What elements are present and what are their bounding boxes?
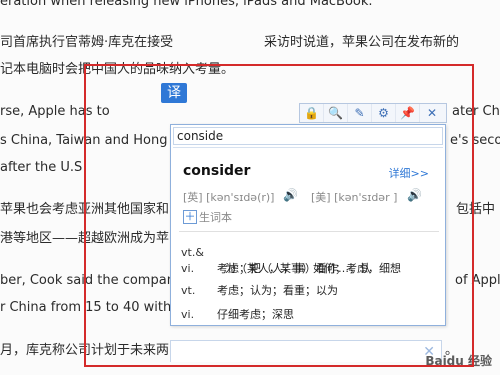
definition-pos: vt. — [181, 284, 196, 297]
article-line: ber, Cook said the company — [0, 273, 183, 288]
popup-divider — [173, 147, 443, 148]
speaker-lock-icon[interactable]: 🔒 — [300, 104, 324, 122]
definition-meaning: 仔细考虑；深思 — [217, 308, 294, 321]
details-link[interactable]: 详细>> — [389, 165, 429, 181]
definition-meaning: 为（某人，某事）如何；考虑，细想 — [225, 262, 401, 275]
article-line: s China, Taiwan and Hong — [0, 133, 168, 148]
page: eration when releasing new iPhones, iPad… — [0, 0, 500, 375]
close-icon[interactable]: ✕ — [420, 104, 444, 122]
translate-badge-icon[interactable]: 译 — [161, 83, 187, 103]
definition-row: vt. 考虑；认为；看重；以为 — [181, 283, 431, 299]
definition-row: vi. 仔细考虑；深思 — [181, 307, 431, 323]
speaker-uk-icon[interactable]: 🔊 — [283, 189, 298, 201]
watermark-text: Baidu 经验 — [425, 354, 492, 368]
speaker-us-icon[interactable]: 🔊 — [407, 189, 422, 201]
article-line: 司首席执行官蒂姆·库克在接受 采访时说道，苹果公司在发布新的 — [0, 35, 460, 50]
add-to-wordbook[interactable]: ＋ 生词本 — [183, 209, 232, 225]
plus-icon: ＋ — [183, 210, 197, 224]
definition-row: 为（某人，某事）如何；考虑，细想 — [225, 261, 475, 277]
search-icon[interactable]: 🔍 — [324, 104, 348, 122]
article-line-right: e's secon — [450, 133, 500, 148]
dictionary-popup: conside consider 详细>> [英] [kən'sɪdə(r)] … — [170, 124, 446, 326]
wordbook-label: 生词本 — [199, 211, 232, 224]
popup-bottom-bar: ✕ — [170, 340, 442, 362]
gear-icon[interactable]: ⚙ — [372, 104, 396, 122]
popup-divider-2 — [179, 231, 439, 232]
article-line: 苹果也会考虑亚洲其他国家和 — [0, 202, 170, 217]
article-line: 月，库克称公司计划于未来两 — [0, 343, 170, 358]
search-input[interactable]: conside — [173, 127, 443, 145]
phonetic-us: [美] [kən'sɪdər ] — [311, 191, 398, 204]
article-line-right: 包括中 — [456, 202, 496, 217]
definition-pos: vi. — [181, 308, 195, 321]
dictionary-toolbar: 🔒 🔍 ✎ ⚙ 📌 ✕ — [299, 103, 447, 123]
pen-icon[interactable]: ✎ — [348, 104, 372, 122]
article-line-right: ater Chin — [452, 104, 500, 119]
article-line: eration when releasing new iPhones, iPad… — [0, 0, 373, 9]
definition-pos: vt.& vi. — [181, 246, 204, 275]
phonetic-uk: [英] [kən'sɪdə(r)] — [183, 191, 275, 204]
article-line: rse, Apple has to — [0, 104, 110, 119]
article-line: r China from 15 to 40 within — [0, 300, 184, 315]
pin-icon[interactable]: 📌 — [396, 104, 420, 122]
article-line: after the U.S — [0, 160, 83, 175]
article-line: 港等地区——超越欧洲成为苹 — [0, 231, 170, 246]
definition-meaning: 考虑；认为；看重；以为 — [217, 284, 338, 297]
watermark: Baidu 经验 — [425, 352, 492, 369]
article-line: 记本电脑时会把中国人的品味纳入考量。 — [0, 62, 235, 77]
headword: consider — [183, 163, 251, 179]
